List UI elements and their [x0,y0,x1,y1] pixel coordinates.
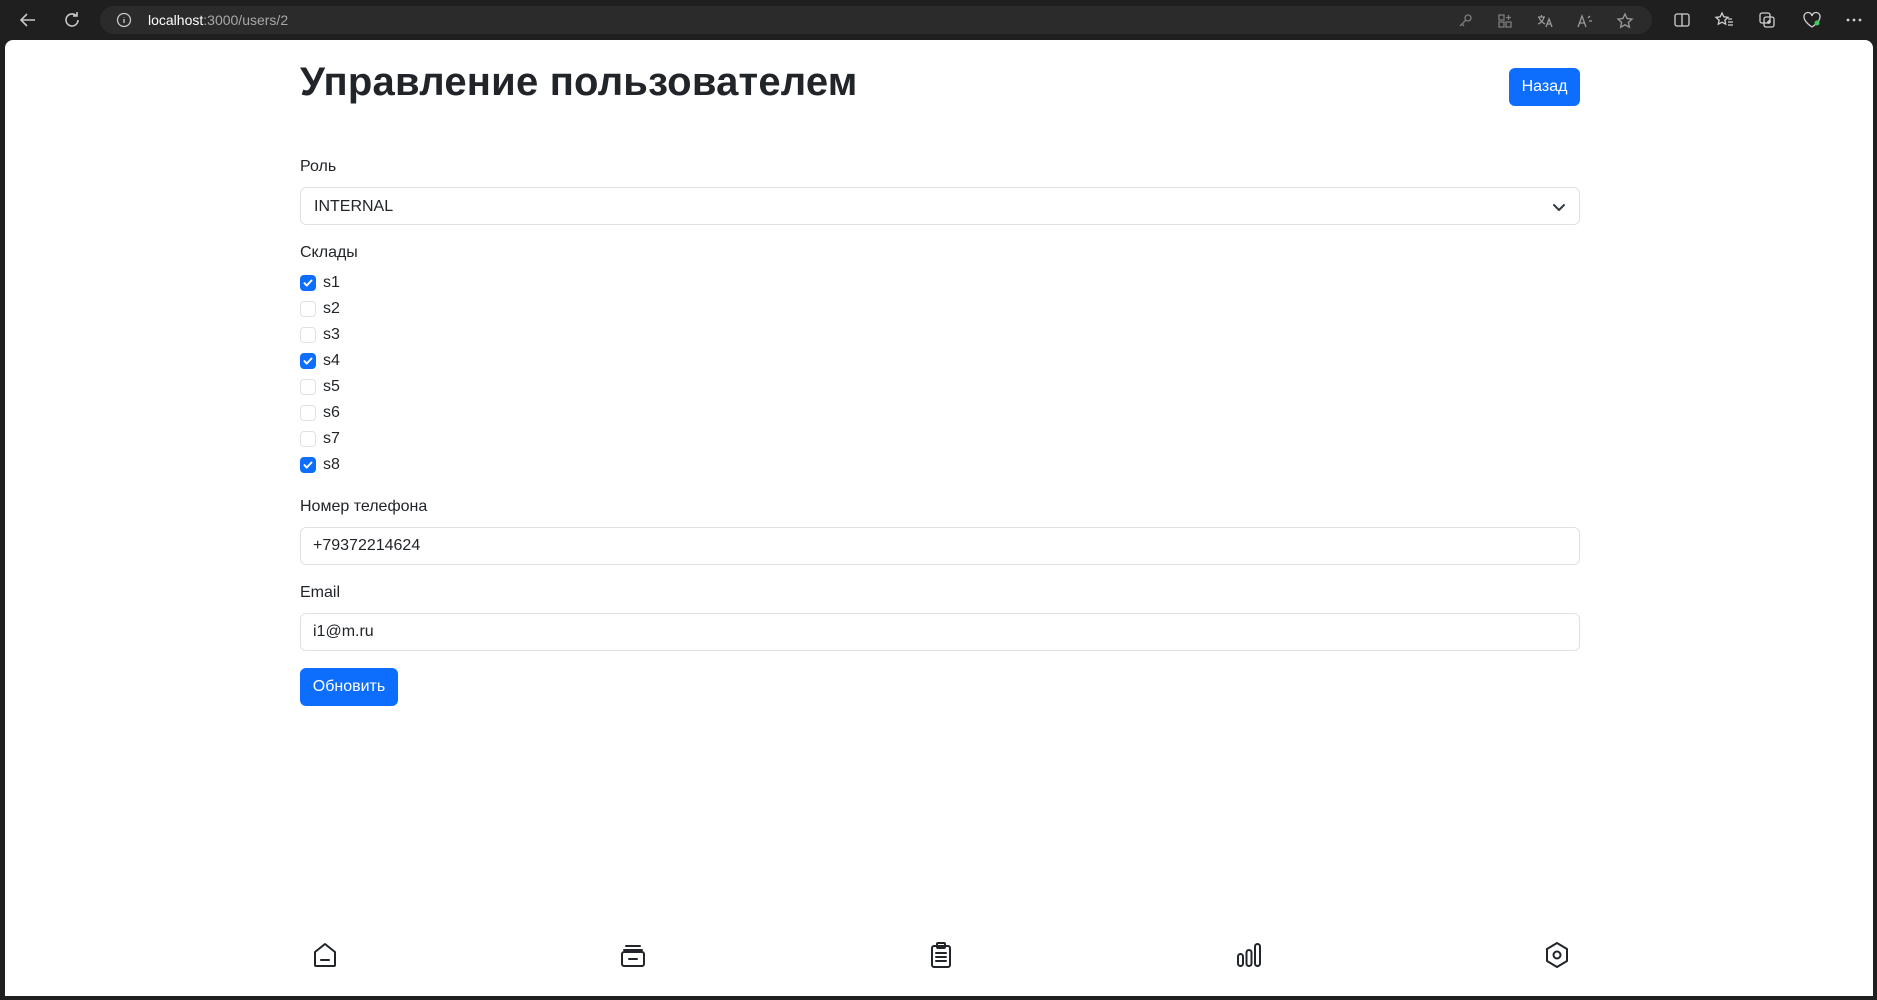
address-bar[interactable]: localhost:3000/users/2 [100,6,1652,34]
warehouse-checkbox-row[interactable]: s5 [300,376,340,398]
warehouse-checkbox-row[interactable]: s7 [300,428,340,450]
settings-icon[interactable] [1537,935,1577,975]
warehouse-checkbox-row[interactable]: s6 [300,402,340,424]
role-select[interactable]: INTERNAL [300,187,1580,225]
favorites-icon[interactable] [1714,10,1734,30]
key-icon[interactable] [1456,12,1474,30]
bottom-nav [5,935,1873,995]
home-icon[interactable] [305,935,345,975]
chevron-down-icon [1551,199,1567,215]
url-text: localhost:3000/users/2 [148,12,288,28]
inbox-icon[interactable] [613,935,653,975]
warehouse-checkbox-label: s8 [323,456,340,473]
checkmark-icon [303,279,313,287]
read-aloud-icon[interactable] [1576,12,1594,30]
back-button[interactable]: Назад [1509,68,1580,106]
role-label: Роль [300,158,337,175]
checkbox-checked[interactable] [300,457,316,473]
clipboard-icon[interactable] [921,935,961,975]
browser-toolbar: localhost:3000/users/2 [0,0,1877,40]
translate-icon[interactable] [1536,12,1554,30]
checkmark-icon [303,357,313,365]
checkbox-unchecked[interactable] [300,405,316,421]
email-input[interactable] [300,613,1580,651]
back-arrow-icon[interactable] [16,8,40,32]
checkbox-unchecked[interactable] [300,301,316,317]
url-host: localhost [148,12,204,28]
phone-label: Номер телефона [300,498,428,515]
warehouse-checkbox-label: s3 [323,326,340,343]
email-label: Email [300,584,341,601]
warehouse-checkbox-label: s1 [323,274,340,291]
browser-essentials-icon[interactable] [1802,10,1822,30]
checkbox-unchecked[interactable] [300,431,316,447]
update-button[interactable]: Обновить [300,668,398,706]
reload-icon[interactable] [60,8,84,32]
role-select-value: INTERNAL [314,198,394,215]
warehouse-checkbox-label: s5 [323,378,340,395]
site-info-icon[interactable] [116,12,132,28]
warehouses-label: Склады [300,244,358,261]
checkbox-checked[interactable] [300,275,316,291]
more-menu-icon[interactable] [1844,10,1864,30]
warehouse-checkbox-row[interactable]: s3 [300,324,340,346]
warehouse-checkbox-row[interactable]: s2 [300,298,340,320]
warehouse-checkbox-label: s2 [323,300,340,317]
phone-input[interactable] [300,527,1580,565]
checkbox-unchecked[interactable] [300,379,316,395]
warehouse-checkbox-row[interactable]: s1 [300,272,340,294]
checkbox-checked[interactable] [300,353,316,369]
warehouse-checkbox-label: s6 [323,404,340,421]
chart-icon[interactable] [1229,935,1269,975]
favorite-star-icon[interactable] [1616,12,1634,30]
warehouse-checkbox-row[interactable]: s8 [300,454,340,476]
url-path: :3000/users/2 [203,12,289,28]
page-title: Управление пользователем [300,60,858,104]
page-viewport: Управление пользователем Назад Роль INTE… [5,40,1873,996]
warehouse-checkbox-label: s4 [323,352,340,369]
apps-icon[interactable] [1496,12,1514,30]
collections-icon[interactable] [1757,10,1777,30]
split-screen-icon[interactable] [1672,10,1692,30]
warehouse-checkbox-row[interactable]: s4 [300,350,340,372]
checkbox-unchecked[interactable] [300,327,316,343]
warehouse-checkbox-label: s7 [323,430,340,447]
checkmark-icon [303,461,313,469]
